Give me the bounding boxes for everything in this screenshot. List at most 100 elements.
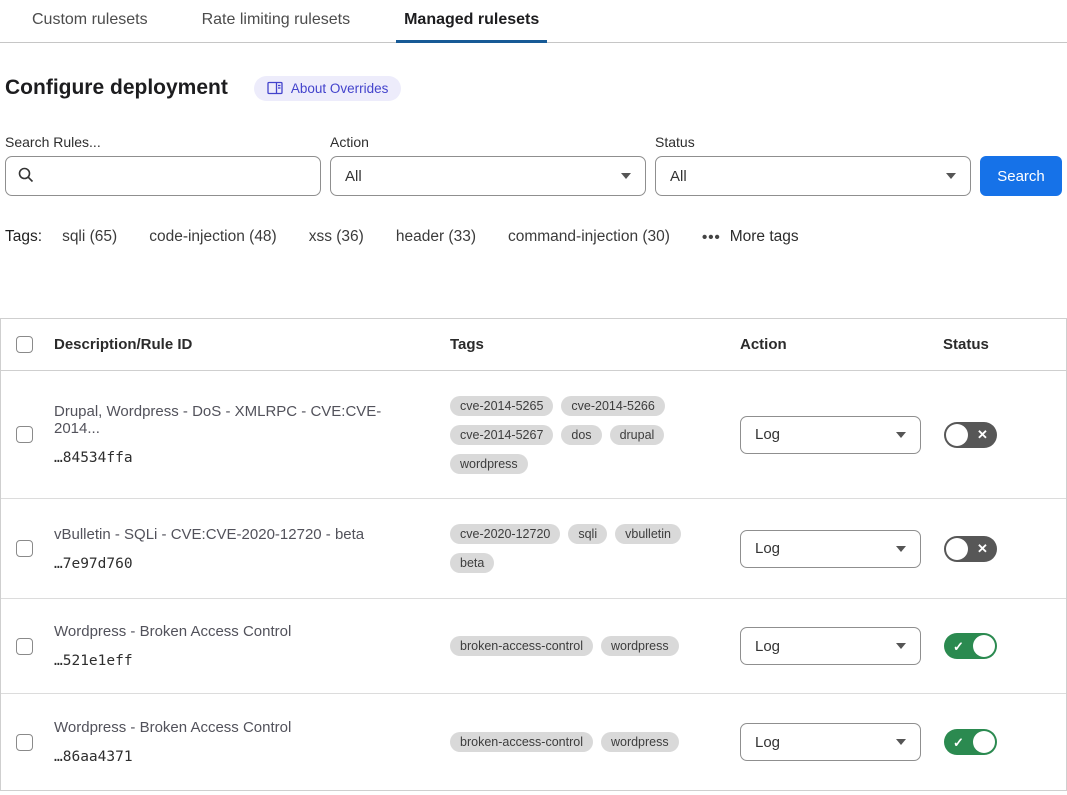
tag-filter-header[interactable]: header (33) <box>396 228 476 246</box>
rule-tags: cve-2014-5265 cve-2014-5266 cve-2014-526… <box>450 396 740 474</box>
tab-managed-rulesets[interactable]: Managed rulesets <box>396 0 547 43</box>
status-toggle[interactable]: ✓ <box>944 633 997 659</box>
about-overrides-label: About Overrides <box>291 81 389 96</box>
search-label: Search Rules... <box>5 134 321 150</box>
caret-down-icon <box>896 643 906 649</box>
rule-action-value: Log <box>755 638 780 655</box>
rule-tags: broken-access-control wordpress <box>450 636 740 656</box>
row-checkbox[interactable] <box>16 426 33 443</box>
table-row: Wordpress - Broken Access Control …521e1… <box>1 599 1066 694</box>
tag-pill: broken-access-control <box>450 636 593 656</box>
more-tags-label: More tags <box>730 228 799 246</box>
tag-filter-sqli[interactable]: sqli (65) <box>62 228 117 246</box>
row-checkbox[interactable] <box>16 638 33 655</box>
action-filter-select[interactable]: All <box>330 156 646 196</box>
search-button[interactable]: Search <box>980 156 1062 196</box>
ellipsis-icon: ••• <box>702 229 721 246</box>
rule-description: vBulletin - SQLi - CVE:CVE-2020-12720 - … <box>54 526 426 543</box>
search-field-group: Search Rules... <box>5 134 321 196</box>
status-filter-label: Status <box>655 134 971 150</box>
row-checkbox[interactable] <box>16 540 33 557</box>
tag-pill: broken-access-control <box>450 732 593 752</box>
caret-down-icon <box>896 739 906 745</box>
tag-pill: drupal <box>610 425 665 445</box>
toggle-state-icon: ✓ <box>944 640 973 653</box>
search-input[interactable] <box>5 156 321 196</box>
ruleset-tabbar: Custom rulesets Rate limiting rulesets M… <box>0 0 1067 43</box>
table-row: vBulletin - SQLi - CVE:CVE-2020-12720 - … <box>1 499 1066 599</box>
status-filter-group: Status All <box>655 134 971 196</box>
table-row: Wordpress - Broken Access Control …86aa4… <box>1 694 1066 790</box>
rule-description: Wordpress - Broken Access Control <box>54 623 426 640</box>
toggle-knob <box>973 635 995 657</box>
action-filter-group: Action All <box>330 134 646 196</box>
rule-id: …7e97d760 <box>54 556 426 572</box>
tag-pill: wordpress <box>601 732 679 752</box>
tag-pill: cve-2014-5265 <box>450 396 553 416</box>
toggle-state-icon: ✕ <box>968 428 997 441</box>
rule-description: Drupal, Wordpress - DoS - XMLRPC - CVE:C… <box>54 403 426 437</box>
column-header-description: Description/Rule ID <box>46 336 450 353</box>
rule-action-select[interactable]: Log <box>740 530 921 568</box>
tag-pill: vbulletin <box>615 524 681 544</box>
toggle-state-icon: ✓ <box>944 736 973 749</box>
tags-bar: Tags: sqli (65) code-injection (48) xss … <box>5 228 1062 246</box>
table-header-row: Description/Rule ID Tags Action Status <box>1 319 1066 371</box>
rule-tags: broken-access-control wordpress <box>450 732 740 752</box>
managed-rules-table: Description/Rule ID Tags Action Status D… <box>0 318 1067 791</box>
tags-bar-label: Tags: <box>5 228 42 246</box>
caret-down-icon <box>896 546 906 552</box>
rule-description: Wordpress - Broken Access Control <box>54 719 426 736</box>
tag-pill: beta <box>450 553 494 573</box>
heading-row: Configure deployment About Overrides <box>5 73 1062 103</box>
caret-down-icon <box>946 173 956 179</box>
select-all-checkbox[interactable] <box>16 336 33 353</box>
book-icon <box>267 81 283 95</box>
status-filter-value: All <box>670 168 687 185</box>
row-checkbox[interactable] <box>16 734 33 751</box>
rule-action-value: Log <box>755 734 780 751</box>
rule-id: …86aa4371 <box>54 749 426 765</box>
tab-rate-limiting-rulesets[interactable]: Rate limiting rulesets <box>194 0 359 43</box>
page-title: Configure deployment <box>5 76 228 100</box>
tag-pill: sqli <box>568 524 607 544</box>
rule-action-value: Log <box>755 426 780 443</box>
table-row: Drupal, Wordpress - DoS - XMLRPC - CVE:C… <box>1 371 1066 499</box>
tag-pill: wordpress <box>450 454 528 474</box>
tag-filter-command-injection[interactable]: command-injection (30) <box>508 228 670 246</box>
rule-action-select[interactable]: Log <box>740 627 921 665</box>
toggle-knob <box>973 731 995 753</box>
column-header-tags: Tags <box>450 336 740 353</box>
toggle-state-icon: ✕ <box>968 542 997 555</box>
status-toggle[interactable]: ✕ <box>944 422 997 448</box>
toggle-knob <box>946 538 968 560</box>
tag-filter-xss[interactable]: xss (36) <box>309 228 364 246</box>
column-header-action: Action <box>740 336 931 353</box>
tag-pill: cve-2020-12720 <box>450 524 560 544</box>
rule-action-value: Log <box>755 540 780 557</box>
tag-pill: dos <box>561 425 601 445</box>
action-filter-value: All <box>345 168 362 185</box>
filters-row: Search Rules... Action All Status All Se… <box>5 134 1062 196</box>
column-header-status: Status <box>931 336 1066 353</box>
tab-custom-rulesets[interactable]: Custom rulesets <box>24 0 156 43</box>
search-icon <box>17 166 35 189</box>
action-filter-label: Action <box>330 134 646 150</box>
tag-pill: cve-2014-5266 <box>561 396 664 416</box>
tag-filter-code-injection[interactable]: code-injection (48) <box>149 228 277 246</box>
rule-action-select[interactable]: Log <box>740 416 921 454</box>
caret-down-icon <box>621 173 631 179</box>
status-toggle[interactable]: ✓ <box>944 729 997 755</box>
rule-tags: cve-2020-12720 sqli vbulletin beta <box>450 524 740 573</box>
caret-down-icon <box>896 432 906 438</box>
rule-action-select[interactable]: Log <box>740 723 921 761</box>
rule-id: …521e1eff <box>54 653 426 669</box>
tag-pill: wordpress <box>601 636 679 656</box>
rule-id: …84534ffa <box>54 450 426 466</box>
tag-pill: cve-2014-5267 <box>450 425 553 445</box>
toggle-knob <box>946 424 968 446</box>
more-tags-button[interactable]: ••• More tags <box>702 228 799 246</box>
status-filter-select[interactable]: All <box>655 156 971 196</box>
about-overrides-link[interactable]: About Overrides <box>254 76 402 101</box>
status-toggle[interactable]: ✕ <box>944 536 997 562</box>
